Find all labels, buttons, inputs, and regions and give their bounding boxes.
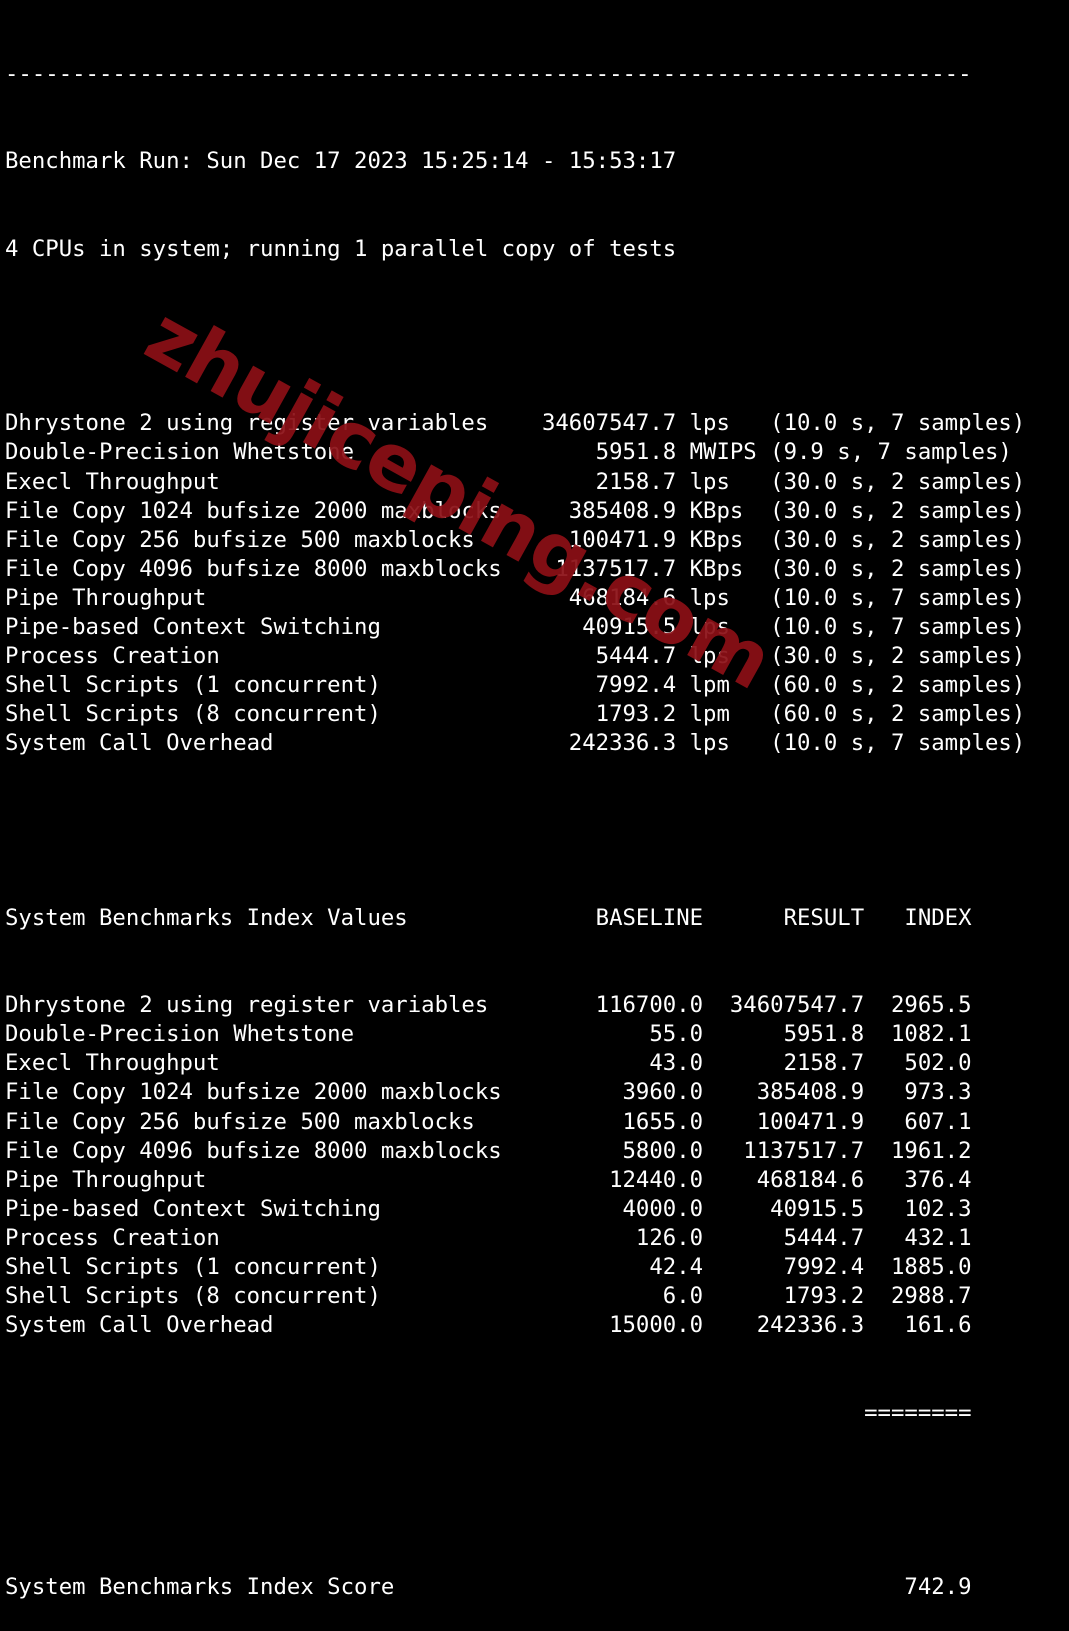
total-rule-line: ======== [5, 1399, 1069, 1428]
terminal-output: ----------------------------------------… [0, 0, 1069, 1600]
index-table-row: File Copy 4096 bufsize 8000 maxblocks 58… [5, 1137, 972, 1164]
index-table-row: Execl Throughput 43.0 2158.7 502.0 [5, 1050, 972, 1077]
index-score-text: System Benchmarks Index Score 742.9 [5, 1574, 972, 1601]
raw-result-row: Process Creation 5444.7 lps (30.0 s, 2 s… [5, 643, 1026, 670]
raw-result-row: Execl Throughput 2158.7 lps (30.0 s, 2 s… [5, 468, 1026, 495]
index-table-row: File Copy 1024 bufsize 2000 maxblocks 39… [5, 1079, 972, 1106]
raw-result-row: Double-Precision Whetstone 5951.8 MWIPS … [5, 439, 1012, 466]
index-table-rows-block: Dhrystone 2 using register variables 116… [5, 991, 1069, 1340]
index-table-row: Dhrystone 2 using register variables 116… [5, 992, 972, 1019]
raw-result-row: Shell Scripts (8 concurrent) 1793.2 lpm … [5, 701, 1026, 728]
total-rule-text: ======== [5, 1399, 972, 1426]
blank-line-3 [5, 1486, 1069, 1515]
raw-result-row: File Copy 4096 bufsize 8000 maxblocks 11… [5, 555, 1026, 582]
raw-result-row: System Call Overhead 242336.3 lps (10.0 … [5, 730, 1026, 757]
index-table-row: Pipe Throughput 12440.0 468184.6 376.4 [5, 1166, 972, 1193]
index-table-row: Shell Scripts (1 concurrent) 42.4 7992.4… [5, 1254, 972, 1281]
raw-result-row: Shell Scripts (1 concurrent) 7992.4 lpm … [5, 672, 1026, 699]
raw-result-row: Pipe-based Context Switching 40915.5 lps… [5, 613, 1026, 640]
cpu-count-line: 4 CPUs in system; running 1 parallel cop… [5, 235, 677, 262]
raw-result-row: Pipe Throughput 468184.6 lps (10.0 s, 7 … [5, 584, 1026, 611]
separator-line-top: ----------------------------------------… [5, 61, 972, 88]
index-table-row: Shell Scripts (8 concurrent) 6.0 1793.2 … [5, 1283, 972, 1310]
raw-results-block: Dhrystone 2 using register variables 346… [5, 409, 1069, 758]
raw-result-row: Dhrystone 2 using register variables 346… [5, 410, 1026, 437]
index-table-header-text: System Benchmarks Index Values BASELINE … [5, 904, 972, 931]
index-table-row: Double-Precision Whetstone 55.0 5951.8 1… [5, 1021, 972, 1048]
index-score-line: System Benchmarks Index Score 742.9 [5, 1573, 1069, 1602]
index-table-header-row: System Benchmarks Index Values BASELINE … [5, 904, 1069, 933]
raw-result-row: File Copy 1024 bufsize 2000 maxblocks 38… [5, 497, 1026, 524]
blank-line-2 [5, 817, 1069, 846]
index-table-row: Process Creation 126.0 5444.7 432.1 [5, 1224, 972, 1251]
index-table-row: Pipe-based Context Switching 4000.0 4091… [5, 1195, 972, 1222]
raw-result-row: File Copy 256 bufsize 500 maxblocks 1004… [5, 526, 1026, 553]
index-table-row: File Copy 256 bufsize 500 maxblocks 1655… [5, 1108, 972, 1135]
benchmark-run-line: Benchmark Run: Sun Dec 17 2023 15:25:14 … [5, 148, 677, 175]
blank-line-1 [5, 322, 1069, 351]
index-table-row: System Call Overhead 15000.0 242336.3 16… [5, 1312, 972, 1339]
